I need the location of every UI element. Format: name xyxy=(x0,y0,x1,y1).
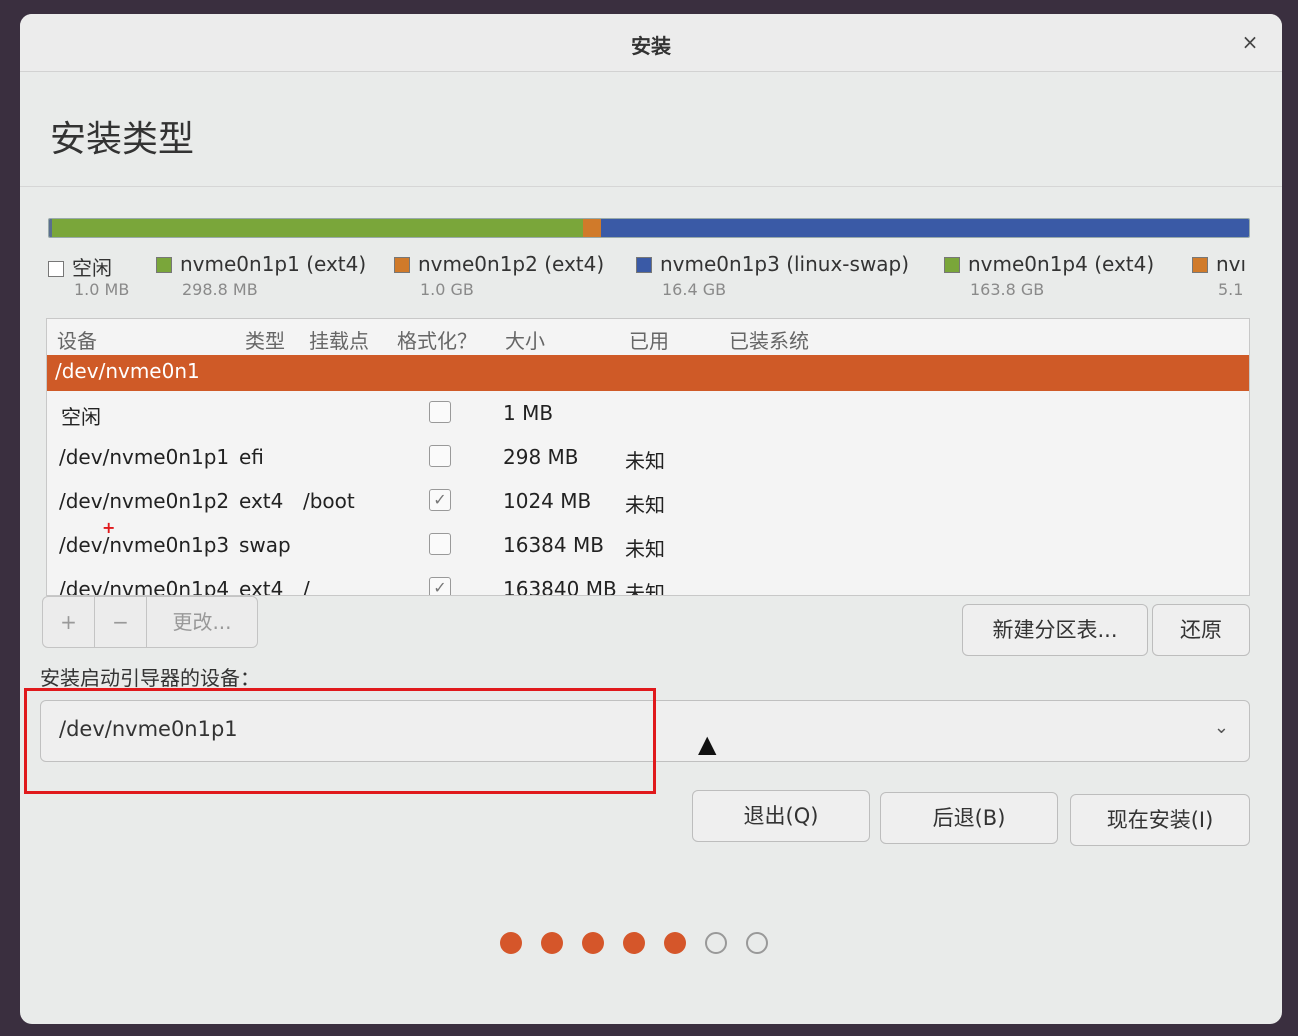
close-icon[interactable]: × xyxy=(1236,28,1264,56)
row-type: ext4 xyxy=(239,489,284,513)
partition-bar-segment xyxy=(582,219,601,237)
col-installed: 已装系统 xyxy=(729,329,809,353)
row-device: /dev/nvme0n1p1 xyxy=(59,445,230,469)
legend-size: 1.0 GB xyxy=(420,280,474,299)
legend-name: nvı xyxy=(1216,252,1247,276)
legend-name: nvme0n1p4 (ext4) xyxy=(968,252,1155,276)
row-size: 1 MB xyxy=(503,401,554,425)
row-device: /dev/nvme0n1p3 xyxy=(59,533,230,557)
col-size: 大小 xyxy=(505,329,545,353)
format-checkbox[interactable]: ✓ xyxy=(429,577,451,595)
revert-button[interactable]: 还原 xyxy=(1152,604,1250,656)
format-checkbox[interactable] xyxy=(429,401,451,423)
format-checkbox[interactable]: ✓ xyxy=(429,489,451,511)
progress-dot xyxy=(746,932,768,954)
progress-dot xyxy=(541,932,563,954)
progress-dot xyxy=(664,932,686,954)
table-row[interactable]: /dev/nvme0n1p3 swap 16384 MB 未知 xyxy=(47,525,1249,565)
row-used: 未知 xyxy=(625,449,665,473)
row-type: ext4 xyxy=(239,577,284,596)
legend-swatch xyxy=(394,257,410,273)
partition-bar xyxy=(48,218,1250,238)
partition-legend: 空闲 1.0 MB nvme0n1p1 (ext4) 298.8 MB nvme0n1p… xyxy=(48,252,1250,312)
row-device: /dev/nvme0n1p4 xyxy=(59,577,230,596)
format-checkbox[interactable] xyxy=(429,445,451,467)
legend-swatch xyxy=(1192,257,1208,273)
col-format: 格式化？ xyxy=(397,329,477,353)
table-header: 设备 类型 挂载点 格式化？ 大小 已用 已装系统 xyxy=(47,319,1249,355)
legend-size: 5.1 xyxy=(1218,280,1244,299)
window-title: 安装 xyxy=(631,34,671,58)
col-used: 已用 xyxy=(629,329,669,353)
legend-swatch xyxy=(636,257,652,273)
row-size: 16384 MB xyxy=(503,533,604,557)
table-row[interactable]: /dev/nvme0n1p2 ext4/boot ✓ 1024 MB 未知 xyxy=(47,481,1249,521)
legend-item: nvme0n1p1 (ext4) 298.8 MB xyxy=(156,252,367,299)
progress-dot xyxy=(500,932,522,954)
row-used: 未知 xyxy=(625,581,665,596)
new-partition-table-button[interactable]: 新建分区表... xyxy=(962,604,1148,656)
table-row[interactable]: /dev/nvme0n1p1 efi 298 MB 未知 xyxy=(47,437,1249,477)
remove-partition-button[interactable]: − xyxy=(95,597,147,647)
col-mount: 挂载点 xyxy=(309,329,369,353)
legend-size: 1.0 MB xyxy=(74,280,130,299)
legend-item: nvme0n1p4 (ext4) 163.8 GB xyxy=(944,252,1155,299)
partition-table[interactable]: 设备 类型 挂载点 格式化？ 大小 已用 已装系统 /dev/nvme0n1 空… xyxy=(46,318,1250,596)
row-used: 未知 xyxy=(625,537,665,561)
page-title: 安装类型 xyxy=(50,119,195,160)
disk-device: /dev/nvme0n1 xyxy=(55,359,200,383)
row-type: efi xyxy=(239,445,264,469)
legend-size: 298.8 MB xyxy=(182,280,258,299)
legend-name: nvme0n1p2 (ext4) xyxy=(418,252,605,276)
red-mark: + xyxy=(102,518,116,537)
bootloader-label: 安装启动引导器的设备： xyxy=(40,666,260,690)
mouse-cursor-icon: ▲ xyxy=(698,730,717,758)
row-device: /dev/nvme0n1p2 xyxy=(59,489,230,513)
table-row[interactable]: /dev/nvme0n1p4 ext4 / ✓ 163840 MB 未知 xyxy=(47,569,1249,596)
row-type: swap xyxy=(239,533,291,557)
progress-dot xyxy=(705,932,727,954)
legend-swatch xyxy=(944,257,960,273)
row-mount: / xyxy=(303,577,310,596)
legend-size: 163.8 GB xyxy=(970,280,1045,299)
table-row-disk[interactable]: /dev/nvme0n1 xyxy=(47,355,1249,391)
install-now-button[interactable]: 现在安装(I) xyxy=(1070,794,1250,846)
legend-name: nvme0n1p3 (linux-swap) xyxy=(660,252,910,276)
red-highlight-box xyxy=(24,688,656,794)
row-mount: /boot xyxy=(303,489,355,513)
progress-dot xyxy=(623,932,645,954)
chevron-down-icon[interactable]: ⌄ xyxy=(1214,717,1229,738)
back-button[interactable]: 后退(B) xyxy=(880,792,1058,844)
partition-bar-segment xyxy=(51,219,583,237)
format-checkbox[interactable] xyxy=(429,533,451,555)
legend-name: 空闲 xyxy=(72,256,112,280)
header-divider xyxy=(20,186,1282,187)
col-device: 设备 xyxy=(57,329,97,353)
row-size: 163840 MB xyxy=(503,577,617,596)
legend-size: 16.4 GB xyxy=(662,280,727,299)
partition-toolbar: + − 更改... xyxy=(42,596,258,648)
legend-item: nvme0n1p2 (ext4) 1.0 GB xyxy=(394,252,605,299)
table-row[interactable]: 空闲 1 MB xyxy=(47,393,1249,433)
quit-button[interactable]: 退出(Q) xyxy=(692,790,870,842)
col-type: 类型 xyxy=(245,329,285,353)
legend-item: 空闲 1.0 MB xyxy=(48,252,129,299)
row-size: 1024 MB xyxy=(503,489,592,513)
legend-swatch xyxy=(48,261,64,277)
legend-item: nvme0n1p3 (linux-swap) 16.4 GB xyxy=(636,252,910,299)
installer-window: 安装 × 安装类型 空闲 1.0 MB nvme0n1p1 (ext4) 298.8 … xyxy=(20,14,1282,1024)
add-partition-button[interactable]: + xyxy=(43,597,95,647)
row-device: 空闲 xyxy=(61,405,101,429)
legend-name: nvme0n1p1 (ext4) xyxy=(180,252,367,276)
progress-dot xyxy=(582,932,604,954)
row-used: 未知 xyxy=(625,493,665,517)
change-partition-button[interactable]: 更改... xyxy=(147,597,257,647)
partition-bar-segment xyxy=(600,219,1249,237)
title-bar: 安装 × xyxy=(20,14,1282,72)
legend-item: nvı 5.1 xyxy=(1192,252,1247,299)
legend-swatch xyxy=(156,257,172,273)
row-size: 298 MB xyxy=(503,445,579,469)
